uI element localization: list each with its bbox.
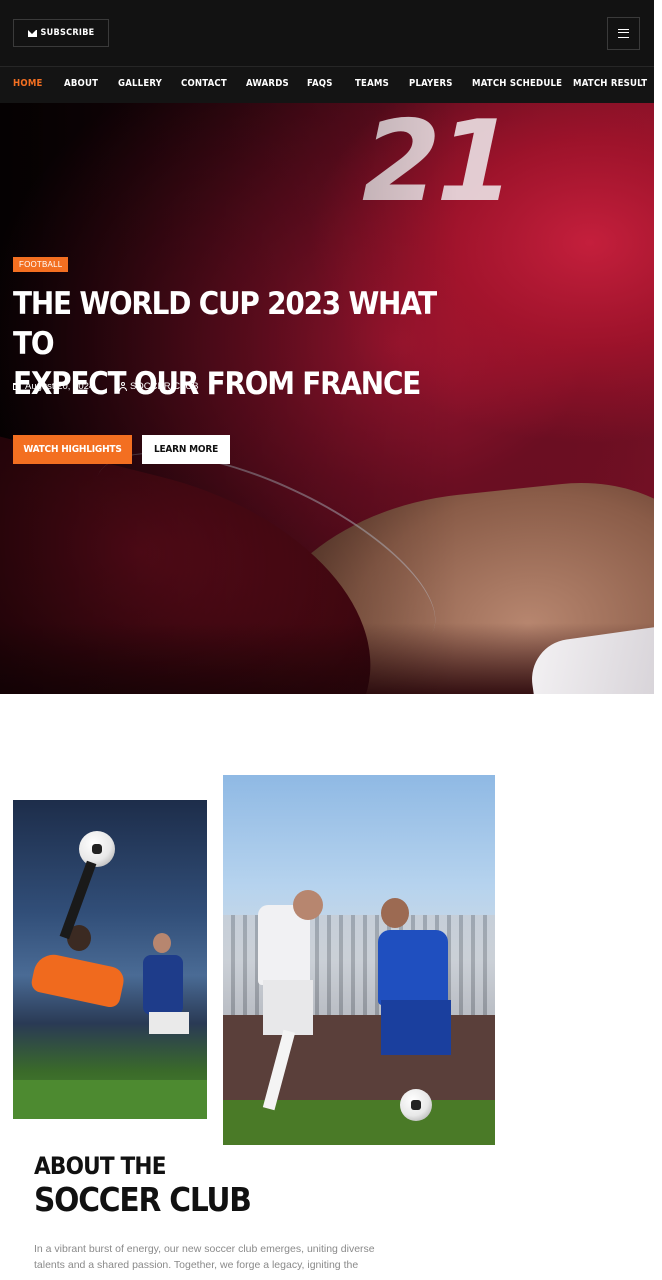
main-nav: HOME ABOUT GALLERY CONTACT AWARDS FAQS T… (0, 66, 654, 103)
about-title-line1: ABOUT THE (34, 1152, 166, 1180)
subscribe-label: SUBSCRIBE (40, 28, 95, 38)
post-date-text: August 20, 2024 (25, 381, 95, 392)
nav-item-gallery[interactable]: GALLERY (118, 78, 162, 89)
user-icon (119, 382, 127, 391)
post-author[interactable]: SOCCER CLUB (119, 381, 199, 392)
nav-item-home[interactable]: HOME (13, 78, 43, 89)
about-photo-bicycle-kick (13, 800, 207, 1119)
learn-more-button[interactable]: LEARN MORE (142, 435, 230, 464)
top-bar: SUBSCRIBE (0, 0, 654, 66)
nav-item-match-result[interactable]: MATCH RESULT (573, 78, 647, 89)
hamburger-menu-icon (618, 29, 629, 38)
nav-item-teams[interactable]: TEAMS (355, 78, 389, 89)
about-title-line2: SOCCER CLUB (34, 1180, 252, 1219)
calendar-icon (13, 383, 20, 390)
soccer-ball-icon (400, 1089, 432, 1121)
nav-item-about[interactable]: ABOUT (64, 78, 98, 89)
subscribe-button[interactable]: SUBSCRIBE (13, 19, 109, 47)
envelope-icon (27, 29, 37, 37)
soccer-ball-icon (79, 831, 115, 867)
hero-title-line1: THE WORLD CUP 2023 WHAT TO (13, 286, 437, 362)
hero-banner: 21 FOOTBALL THE WORLD CUP 2023 WHAT TO E… (0, 103, 654, 694)
post-date: August 20, 2024 (13, 381, 94, 392)
nav-item-players[interactable]: PLAYERS (409, 78, 453, 89)
about-description: In a vibrant burst of energy, our new so… (34, 1243, 375, 1271)
category-tag[interactable]: FOOTBALL (13, 257, 69, 272)
hamburger-menu-button[interactable] (607, 17, 640, 50)
nav-item-awards[interactable]: AWARDS (246, 78, 289, 89)
watch-highlights-button[interactable]: WATCH HIGHLIGHTS (13, 435, 132, 464)
nav-item-contact[interactable]: CONTACT (181, 78, 227, 89)
nav-item-match-schedule[interactable]: MATCH SCHEDULE (472, 78, 562, 89)
nav-item-faqs[interactable]: FAQS (307, 78, 333, 89)
about-photo-tackle (223, 775, 495, 1145)
post-author-text: SOCCER CLUB (130, 381, 199, 392)
